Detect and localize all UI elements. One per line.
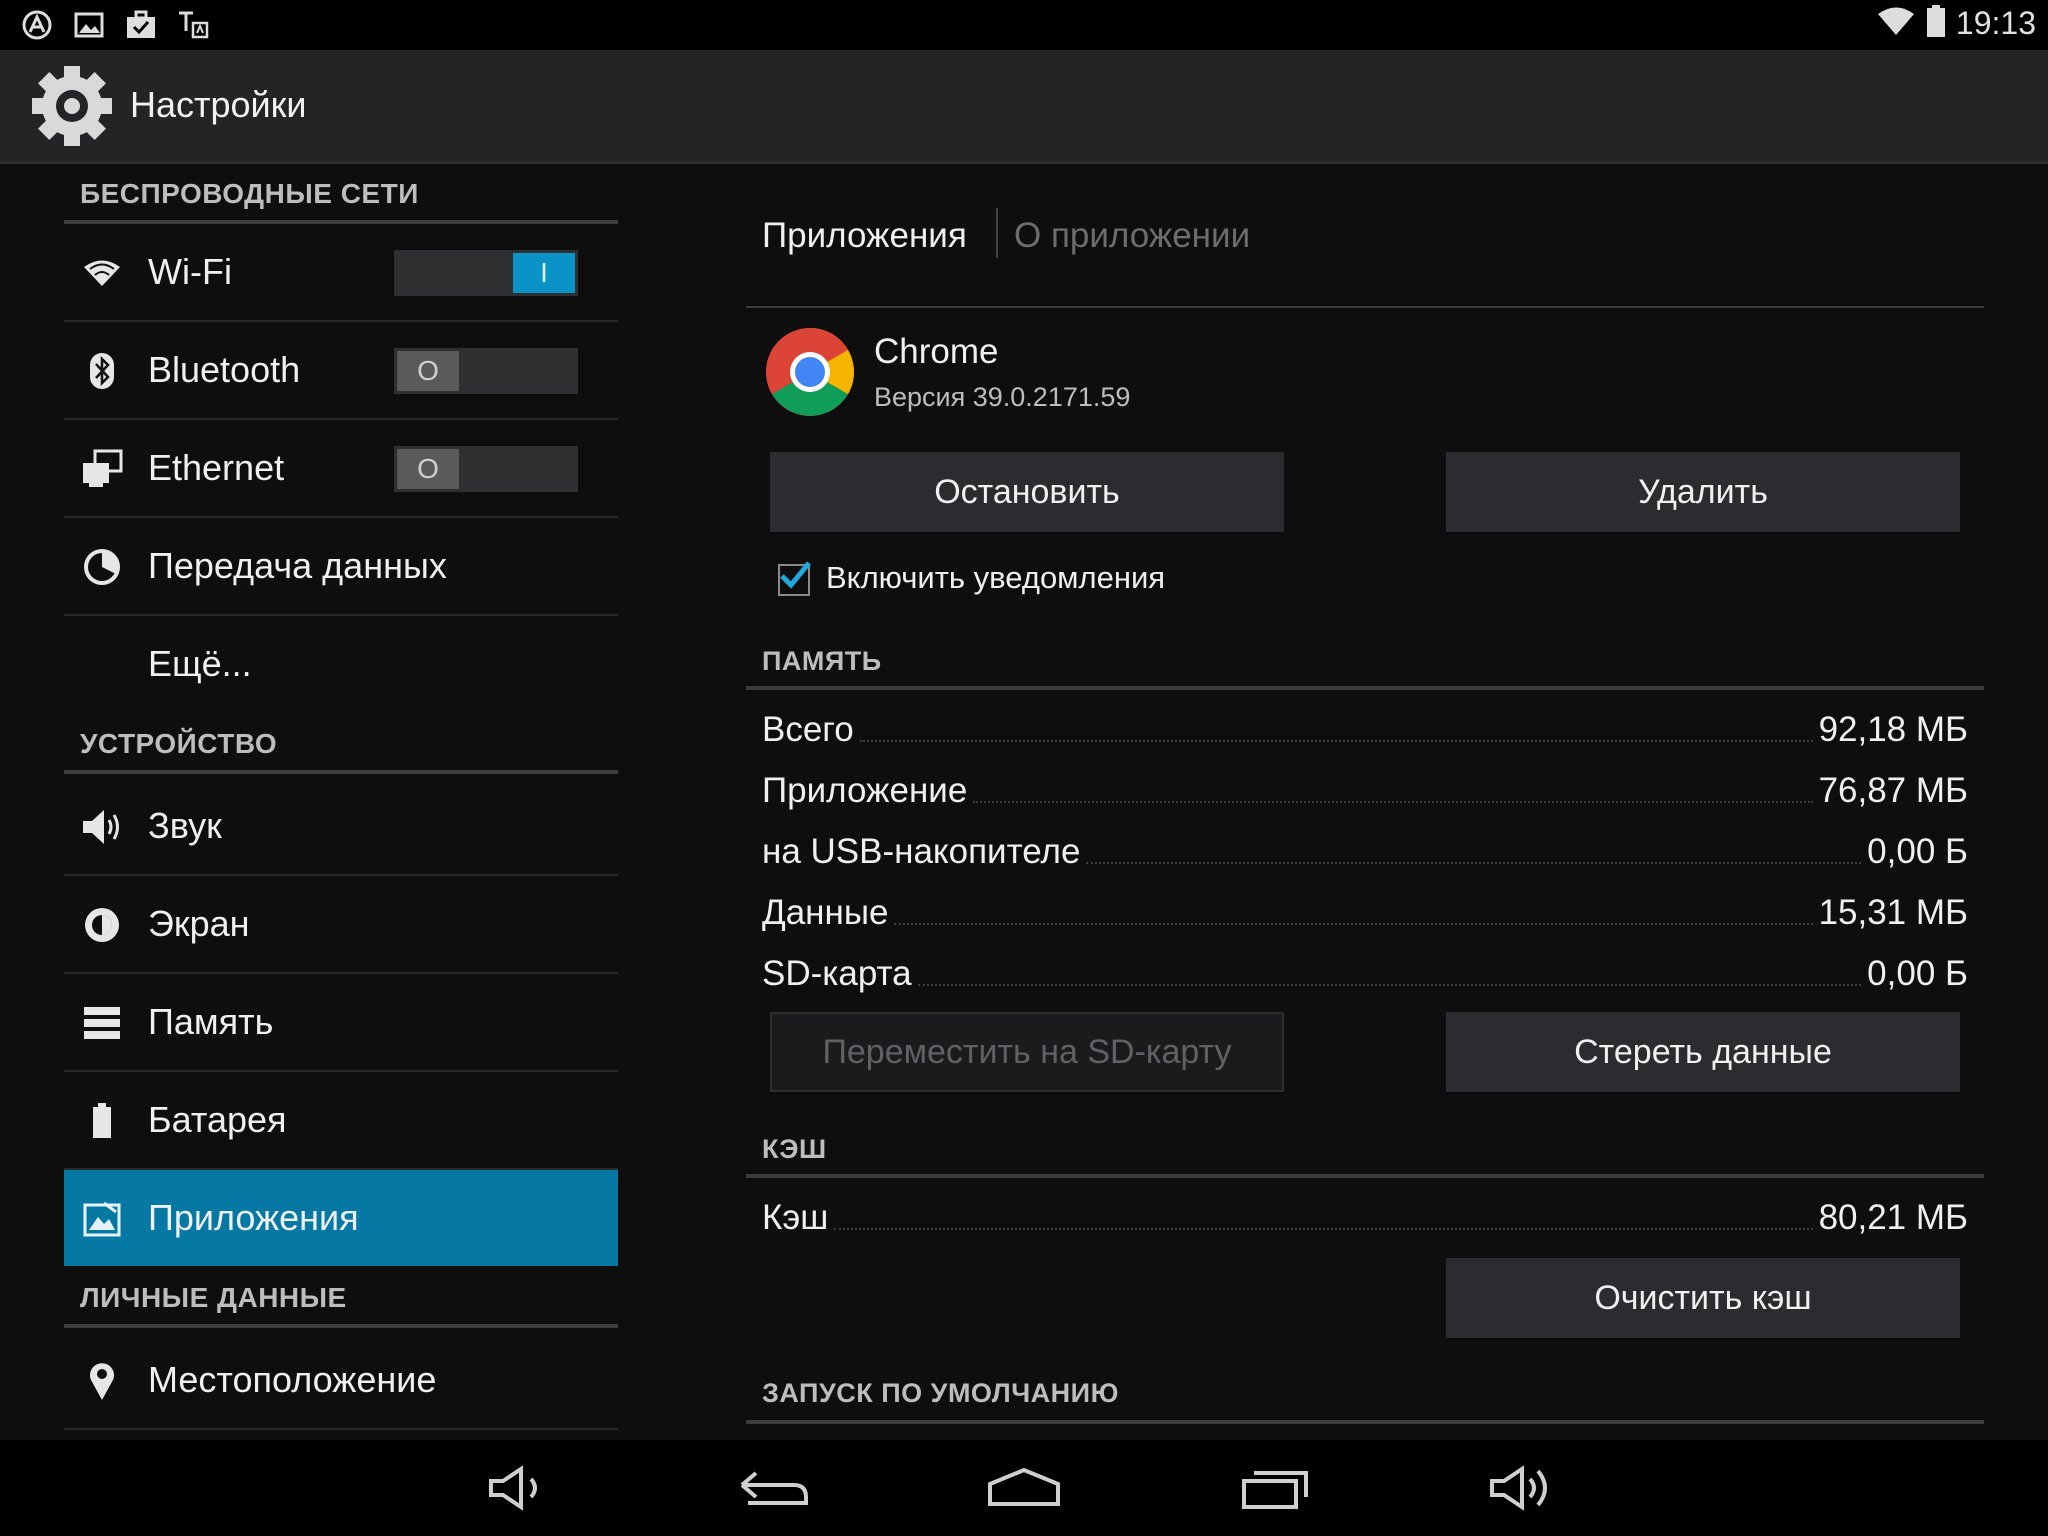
storage-row-usb: на USB-накопителе 0,00 Б <box>762 824 1968 872</box>
notifications-label[interactable]: Включить уведомления <box>826 560 1165 596</box>
sidebar-item-data-usage[interactable]: Передача данных <box>64 518 618 616</box>
row-label: SD-карта <box>762 954 912 993</box>
sidebar-item-wifi[interactable]: Wi-Fi I <box>64 224 618 322</box>
row-value: 80,21 МБ <box>1818 1198 1968 1237</box>
row-value: 92,18 МБ <box>1818 710 1968 749</box>
sidebar-item-label: Приложения <box>148 1197 359 1238</box>
launch-default-header: ЗАПУСК ПО УМОЛЧАНИЮ <box>762 1378 1119 1408</box>
row-label: Приложение <box>762 771 968 810</box>
sidebar-item-label: Экран <box>148 903 250 944</box>
storage-section-header: ПАМЯТЬ <box>762 646 882 676</box>
volume-up-icon[interactable] <box>1484 1458 1564 1518</box>
battery-status-icon <box>1926 4 1946 43</box>
breadcrumb-app-info: О приложении <box>1014 216 1251 255</box>
home-icon[interactable] <box>984 1458 1064 1518</box>
breadcrumb-separator <box>996 208 998 258</box>
app-version: Версия 39.0.2171.59 <box>874 382 1131 412</box>
brightness-icon <box>80 903 124 947</box>
storage-row-total: Всего 92,18 МБ <box>762 702 1968 750</box>
clear-cache-button[interactable]: Очистить кэш <box>1446 1258 1960 1338</box>
settings-gear-icon[interactable] <box>26 60 118 152</box>
storage-icon <box>80 1001 124 1045</box>
row-label: Данные <box>762 893 889 932</box>
row-value: 0,00 Б <box>1867 832 1968 871</box>
launch-default-divider <box>746 1420 1984 1424</box>
app-title: Настройки <box>130 84 307 125</box>
clock: 19:13 <box>1955 5 2036 41</box>
row-label: Всего <box>762 710 854 749</box>
breadcrumb-apps[interactable]: Приложения <box>762 216 967 256</box>
translate-icon <box>176 8 210 42</box>
sidebar-item-sound[interactable]: Звук <box>64 778 618 876</box>
wifi-signal-icon <box>1876 5 1916 42</box>
storage-row-app: Приложение 76,87 МБ <box>762 763 1968 811</box>
sidebar-item-label: Память <box>148 1001 274 1042</box>
back-icon[interactable] <box>734 1458 814 1518</box>
row-value: 15,31 МБ <box>1818 893 1968 932</box>
toggle-knob: O <box>397 449 459 489</box>
sidebar-item-label: Ethernet <box>148 447 285 488</box>
row-label: на USB-накопителе <box>762 832 1081 871</box>
data-usage-icon <box>80 545 124 589</box>
section-header-personal: ЛИЧНЫЕ ДАННЫЕ <box>64 1268 618 1328</box>
move-to-sd-button: Переместить на SD-карту <box>770 1012 1284 1092</box>
sidebar-item-label: Ещё... <box>148 643 252 684</box>
volume-down-icon[interactable] <box>480 1458 560 1518</box>
settings-sidebar: БЕСПРОВОДНЫЕ СЕТИ Wi-Fi I Bluetooth O Et… <box>64 164 618 1438</box>
battery-icon <box>80 1099 124 1143</box>
volume-icon <box>80 805 124 849</box>
notification-app-icon <box>20 8 54 42</box>
ethernet-toggle[interactable]: O <box>394 446 578 492</box>
toggle-knob: O <box>397 351 459 391</box>
cache-section-header: КЭШ <box>762 1134 827 1164</box>
section-header-device: УСТРОЙСТВО <box>64 714 618 774</box>
recent-apps-icon[interactable] <box>1236 1458 1316 1518</box>
sidebar-item-label: Bluetooth <box>148 349 301 390</box>
location-icon <box>80 1359 124 1403</box>
row-value: 0,00 Б <box>1867 954 1968 993</box>
sidebar-item-ethernet[interactable]: Ethernet O <box>64 420 618 518</box>
sidebar-item-more[interactable]: Ещё... <box>64 616 618 714</box>
toggle-knob: I <box>513 253 575 293</box>
bluetooth-toggle[interactable]: O <box>394 348 578 394</box>
cache-row: Кэш 80,21 МБ <box>762 1190 1968 1238</box>
apps-icon <box>80 1197 124 1241</box>
app-info-panel: Приложения О приложении Chrome Версия 39… <box>746 164 1986 1438</box>
divider <box>746 306 1984 308</box>
status-bar: 19:13 <box>0 0 2048 50</box>
storage-divider <box>746 686 1984 690</box>
storage-row-data: Данные 15,31 МБ <box>762 885 1968 933</box>
force-stop-button[interactable]: Остановить <box>770 452 1284 532</box>
storage-row-sd: SD-карта 0,00 Б <box>762 946 1968 994</box>
sidebar-item-label: Передача данных <box>148 545 447 586</box>
task-icon <box>124 8 158 42</box>
uninstall-button[interactable]: Удалить <box>1446 452 1960 532</box>
image-icon <box>72 8 106 42</box>
sidebar-item-label: Местоположение <box>148 1359 437 1400</box>
sidebar-item-storage[interactable]: Память <box>64 974 618 1072</box>
navigation-bar <box>0 1440 2048 1536</box>
sidebar-item-display[interactable]: Экран <box>64 876 618 974</box>
sidebar-item-bluetooth[interactable]: Bluetooth O <box>64 322 618 420</box>
clear-data-button[interactable]: Стереть данные <box>1446 1012 1960 1092</box>
sidebar-item-apps[interactable]: Приложения <box>64 1170 618 1266</box>
row-label: Кэш <box>762 1198 829 1237</box>
sidebar-item-label: Батарея <box>148 1099 287 1140</box>
cache-divider <box>746 1174 1984 1178</box>
ethernet-icon <box>80 447 124 491</box>
sidebar-item-label: Звук <box>148 805 222 846</box>
wifi-icon <box>80 251 124 295</box>
section-header-wireless: БЕСПРОВОДНЫЕ СЕТИ <box>64 164 618 224</box>
sidebar-item-label: Wi-Fi <box>148 251 232 292</box>
row-value: 76,87 МБ <box>1818 771 1968 810</box>
action-bar: Настройки <box>0 50 2048 164</box>
sidebar-item-location[interactable]: Местоположение <box>64 1332 618 1430</box>
notifications-checkbox[interactable] <box>778 561 811 596</box>
app-name: Chrome <box>874 332 999 371</box>
sidebar-item-battery[interactable]: Батарея <box>64 1072 618 1170</box>
wifi-toggle[interactable]: I <box>394 250 578 296</box>
chrome-logo-icon <box>764 326 856 418</box>
bluetooth-icon <box>80 349 124 393</box>
